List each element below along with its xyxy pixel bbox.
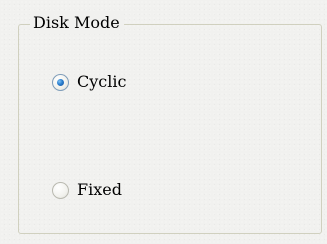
disk-mode-title: Disk Mode bbox=[30, 12, 124, 34]
radio-checked-icon[interactable] bbox=[52, 73, 69, 91]
radio-unchecked-icon[interactable] bbox=[52, 181, 69, 199]
disk-mode-groupbox bbox=[18, 24, 322, 234]
radio-option-fixed[interactable]: Fixed bbox=[52, 178, 122, 202]
radio-dot-icon bbox=[57, 78, 64, 86]
radio-option-cyclic[interactable]: Cyclic bbox=[52, 70, 126, 94]
radio-label-fixed[interactable]: Fixed bbox=[77, 179, 122, 201]
disk-mode-panel: Disk Mode Cyclic Fixed bbox=[0, 0, 327, 244]
radio-label-cyclic[interactable]: Cyclic bbox=[77, 71, 126, 93]
